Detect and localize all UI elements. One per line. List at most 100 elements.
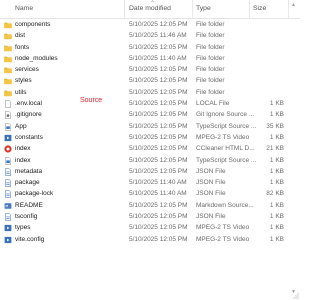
file-row[interactable]: metadata 5/10/2025 12:05 PM JSON File 1 KB — [0, 166, 300, 177]
column-divider[interactable] — [192, 0, 193, 18]
json-file-icon — [4, 168, 12, 176]
folder-icon — [4, 66, 12, 74]
blank-file-icon — [4, 100, 12, 108]
json-file-icon — [4, 179, 12, 188]
html-file-icon — [4, 145, 12, 153]
file-row[interactable]: components 5/10/2025 12:05 PM File folder — [0, 19, 300, 30]
file-type: TypeScript Source ... — [196, 156, 257, 164]
file-row[interactable]: package 5/10/2025 11:40 AM JSON File 1 KB — [0, 177, 300, 188]
file-name: styles — [15, 77, 32, 85]
file-row[interactable]: package-lock 5/10/2025 11:40 AM JSON File 8… — [0, 188, 300, 199]
file-name: services — [15, 66, 39, 74]
file-date-modified: 5/10/2025 12:05 PM — [129, 133, 188, 141]
file-type: File folder — [196, 66, 225, 74]
file-row[interactable]: fonts 5/10/2025 12:05 PM File folder — [0, 42, 300, 53]
folder-icon — [4, 44, 12, 52]
typescript-file-icon — [4, 122, 12, 131]
file-date-modified: 5/10/2025 12:05 PM — [129, 100, 188, 108]
file-row[interactable]: vite.config 5/10/2025 12:05 PM MPEG-2 TS V… — [0, 234, 300, 245]
file-date-modified: 5/10/2025 12:05 PM — [129, 122, 188, 130]
file-size: 1 KB — [269, 179, 284, 187]
file-type: JSON File — [196, 179, 226, 187]
file-row[interactable]: constants 5/10/2025 12:05 PM MPEG-2 TS Vid… — [0, 132, 300, 143]
file-name: node_modules — [15, 54, 58, 62]
git-file-icon — [4, 111, 12, 120]
file-row[interactable]: styles 5/10/2025 12:05 PM File folder — [0, 75, 300, 86]
column-divider[interactable] — [249, 0, 250, 18]
column-header-name[interactable]: Name — [15, 5, 33, 12]
column-header-size[interactable]: Size — [253, 5, 266, 12]
file-size: 1 KB — [269, 213, 284, 221]
file-row[interactable]: .gitignore 5/10/2025 12:05 PM Git Ignore S… — [0, 109, 300, 120]
file-size: 1 KB — [269, 167, 284, 175]
file-name: README — [15, 201, 43, 209]
file-name: index — [15, 145, 31, 153]
file-name: utils — [15, 88, 27, 96]
file-name: fonts — [15, 43, 30, 51]
column-header-date-modified[interactable]: Date modified — [129, 5, 171, 12]
file-row[interactable]: node_modules 5/10/2025 11:40 AM File folde… — [0, 53, 300, 64]
file-type: MPEG-2 TS Video — [196, 224, 250, 232]
file-date-modified: 5/10/2025 12:05 PM — [129, 43, 188, 51]
folder-icon — [4, 55, 12, 63]
file-type: File folder — [196, 43, 225, 51]
file-type: CCleaner HTML D... — [196, 145, 255, 153]
file-size: 1 KB — [269, 224, 284, 232]
annotation-label: Source — [80, 97, 103, 104]
folder-icon — [4, 21, 12, 29]
file-type: File folder — [196, 77, 225, 85]
scroll-up-arrow-icon[interactable]: ▲ — [291, 2, 296, 8]
file-row[interactable]: README 5/10/2025 12:05 PM Markdown Source.… — [0, 200, 300, 211]
file-name: metadata — [15, 167, 43, 175]
file-date-modified: 5/10/2025 12:05 PM — [129, 66, 188, 74]
file-type: File folder — [196, 54, 225, 62]
file-name: constants — [15, 133, 43, 141]
file-date-modified: 5/10/2025 12:05 PM — [129, 21, 188, 28]
column-header-type[interactable]: Type — [196, 5, 211, 12]
file-date-modified: 5/10/2025 11:46 AM — [129, 32, 187, 40]
file-date-modified: 5/10/2025 12:05 PM — [129, 111, 188, 119]
file-name: vite.config — [15, 235, 45, 243]
markdown-file-icon — [4, 202, 12, 210]
file-name: package — [15, 179, 40, 187]
file-row[interactable]: types 5/10/2025 12:05 PM MPEG-2 TS Video 1 … — [0, 222, 300, 233]
resize-grip-icon[interactable] — [293, 293, 299, 299]
file-row[interactable]: App 5/10/2025 12:05 PM TypeScript Source .… — [0, 121, 300, 132]
file-type: MPEG-2 TS Video — [196, 235, 250, 243]
file-row[interactable]: index 5/10/2025 12:05 PM CCleaner HTML D..… — [0, 143, 300, 154]
file-name: App — [15, 122, 27, 130]
file-row[interactable]: dist 5/10/2025 11:46 AM File folder — [0, 30, 300, 41]
file-name: tsconfig — [15, 213, 38, 221]
file-date-modified: 5/10/2025 12:05 PM — [129, 224, 188, 232]
folder-icon — [4, 89, 12, 97]
file-row[interactable]: utils 5/10/2025 12:05 PM File folder — [0, 87, 300, 98]
file-name: .env.local — [15, 100, 42, 108]
file-row[interactable]: services 5/10/2025 12:05 PM File folder — [0, 64, 300, 75]
file-size: 1 KB — [269, 156, 284, 164]
file-size: 1 KB — [269, 100, 284, 108]
file-type: File folder — [196, 32, 225, 40]
file-type: File folder — [196, 21, 225, 28]
file-list: components 5/10/2025 12:05 PM File folder d… — [0, 19, 300, 245]
file-name: components — [15, 21, 51, 28]
file-row[interactable]: tsconfig 5/10/2025 12:05 PM JSON File 1 KB — [0, 211, 300, 222]
file-name: types — [15, 224, 31, 232]
column-divider[interactable] — [124, 0, 125, 18]
column-divider[interactable] — [288, 0, 289, 18]
file-name: .gitignore — [15, 111, 42, 119]
file-date-modified: 5/10/2025 12:05 PM — [129, 167, 188, 175]
file-name: dist — [15, 32, 26, 40]
file-row[interactable]: .env.local 5/10/2025 12:05 PM LOCAL File 1 … — [0, 98, 300, 109]
file-row[interactable]: index 5/10/2025 12:05 PM TypeScript Source… — [0, 155, 300, 166]
file-date-modified: 5/10/2025 12:05 PM — [129, 145, 188, 153]
file-size: 35 KB — [266, 122, 284, 130]
column-header: ⌃ Name Date modified Type Size — [0, 0, 300, 19]
file-date-modified: 5/10/2025 11:40 AM — [129, 190, 187, 198]
file-date-modified: 5/10/2025 12:05 PM — [129, 201, 188, 209]
file-date-modified: 5/10/2025 11:40 AM — [129, 179, 187, 187]
video-file-icon — [4, 134, 12, 142]
file-type: TypeScript Source ... — [196, 122, 257, 130]
file-name: package-lock — [15, 190, 54, 198]
file-name: index — [15, 156, 31, 164]
file-date-modified: 5/10/2025 12:05 PM — [129, 156, 188, 164]
